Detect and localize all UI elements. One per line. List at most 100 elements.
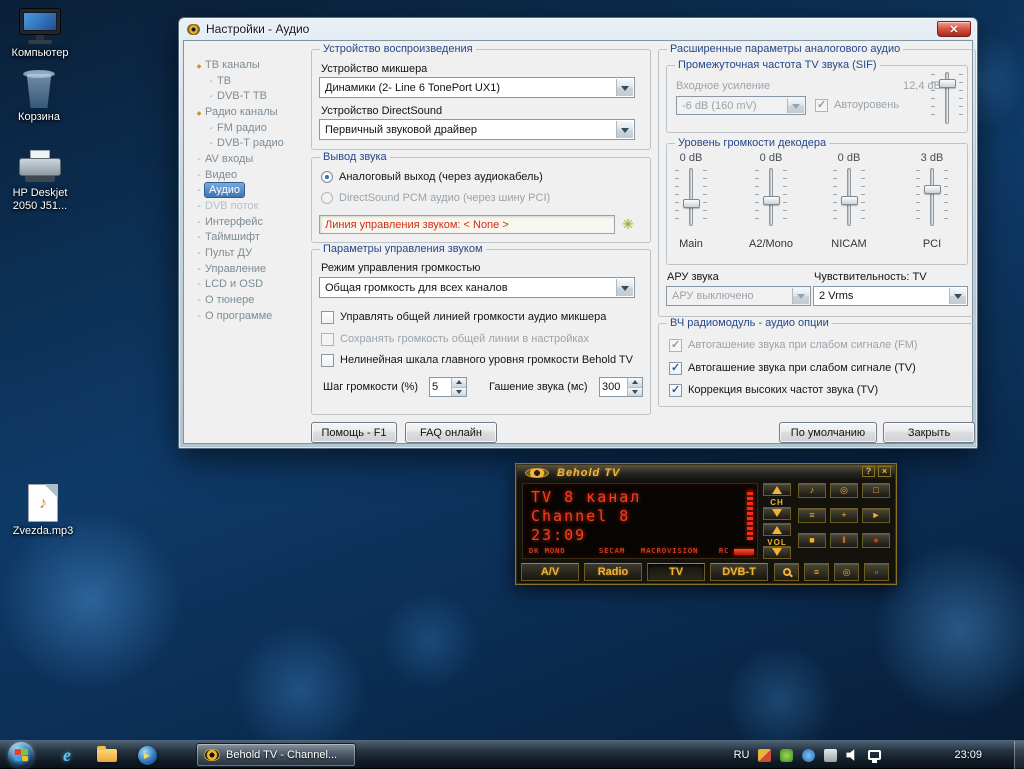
radio-analog-output[interactable]: Аналоговый выход (через аудиокабель) (321, 170, 543, 184)
window-close-button[interactable]: ✕ (937, 21, 971, 37)
taskbar-task-behold-tv[interactable]: Behold TV - Channel... (196, 743, 356, 767)
channel-search-button[interactable] (774, 563, 799, 581)
tuner-button[interactable]: ◎ (834, 563, 859, 581)
checkbox-nonlinear-scale[interactable]: Нелинейная шкала главного уровня громкос… (321, 353, 633, 367)
stop-button[interactable]: ■ (798, 533, 826, 548)
record-button[interactable]: ● (862, 533, 890, 548)
show-desktop-button[interactable] (1014, 741, 1024, 769)
mode-dvbt-button[interactable]: DVB-T (710, 563, 768, 581)
decoder-slider-pci[interactable] (921, 166, 943, 228)
faq-online-button[interactable]: FAQ онлайн (405, 422, 497, 443)
tray-volume-icon[interactable] (846, 749, 859, 762)
slider-thumb[interactable] (763, 196, 780, 205)
tree-item-radio-channels[interactable]: Радио каналы (193, 104, 309, 120)
tray-device-icon[interactable] (824, 749, 837, 762)
osd-menu-button[interactable]: ≡ (798, 508, 826, 523)
tree-item-about-program[interactable]: О программе (193, 308, 309, 324)
agc-select[interactable]: АРУ выключено (666, 286, 811, 306)
checkbox-automute-tv[interactable]: Автогашение звука при слабом сигнале (TV… (669, 361, 916, 375)
internet-explorer-button[interactable] (50, 743, 84, 767)
close-button[interactable]: Закрыть (883, 422, 975, 443)
input-gain-select[interactable]: -6 dB (160 mV) (676, 96, 806, 115)
mode-tv-button[interactable]: TV (647, 563, 705, 581)
tree-item-dvb-stream[interactable]: DVB поток (193, 198, 309, 214)
tree-item-dvbt-radio[interactable]: DVB-T радио (193, 135, 309, 151)
channel-list-button[interactable]: ≡ (804, 563, 829, 581)
tree-item-audio[interactable]: Аудио (193, 183, 309, 199)
slider-thumb[interactable] (939, 79, 956, 88)
mixer-device-select[interactable]: Динамики (2- Line 6 TonePort UX1) (319, 77, 635, 98)
windows-explorer-button[interactable] (90, 743, 124, 767)
player-titlebar[interactable]: Behold TV (517, 465, 895, 480)
agc-label: АРУ звука (667, 271, 719, 283)
spin-up-icon[interactable] (628, 378, 642, 388)
spin-up-icon[interactable] (452, 378, 466, 388)
checkbox-automute-fm[interactable]: Автогашение звука при слабом сигнале (FM… (669, 338, 918, 352)
pause-button[interactable]: ‖ (830, 533, 858, 548)
desktop-icon-recycle-bin[interactable]: Корзина (1, 66, 77, 124)
slider-thumb[interactable] (841, 196, 858, 205)
checkbox-hf-correction[interactable]: Коррекция высоких частот звука (TV) (669, 383, 878, 397)
radio-pcm-output[interactable]: DirectSound PCM аудио (через шину PCI) (321, 191, 550, 205)
checkbox-control-master-line[interactable]: Управлять общей линией громкости аудио м… (321, 310, 606, 324)
checkbox-autolevel[interactable]: Автоуровень (815, 98, 899, 112)
slider-thumb[interactable] (924, 185, 941, 194)
tray-printer-icon[interactable] (758, 749, 771, 762)
open-file-button[interactable]: ► (862, 508, 890, 523)
window-titlebar[interactable]: Настройки - Аудио (179, 18, 977, 40)
tree-item-dvbt-tv[interactable]: DVB-T ТВ (193, 88, 309, 104)
mode-av-button[interactable]: A/V (521, 563, 579, 581)
tray-messenger-icon[interactable] (802, 749, 815, 762)
display-mode-button[interactable]: □ (862, 483, 890, 498)
help-button[interactable]: Помощь - F1 (311, 422, 397, 443)
desktop-icon-zvezda-mp3[interactable]: ♪ Zvezda.mp3 (2, 484, 84, 538)
sif-level-slider[interactable] (936, 70, 958, 126)
decoder-slider-main[interactable] (680, 166, 702, 228)
volume-step-spinner[interactable] (429, 377, 467, 397)
tree-item-tv[interactable]: ТВ (193, 73, 309, 89)
channel-up-button[interactable] (763, 483, 791, 496)
volume-mode-select[interactable]: Общая громкость для всех каналов (319, 277, 635, 298)
channel-down-button[interactable] (763, 507, 791, 520)
mute-time-spinner[interactable] (599, 377, 643, 397)
taskbar-clock[interactable]: 23:09 (954, 749, 982, 761)
tree-item-tv-channels[interactable]: ТВ каналы (193, 57, 309, 73)
volume-down-button[interactable] (763, 546, 791, 559)
slider-thumb[interactable] (683, 199, 700, 208)
tree-item-interface[interactable]: Интерфейс (193, 214, 309, 230)
directsound-device-select[interactable]: Первичный звуковой драйвер (319, 119, 635, 140)
decoder-slider-a2mono[interactable] (760, 166, 782, 228)
language-indicator[interactable]: RU (734, 749, 750, 761)
defaults-button[interactable]: По умолчанию (779, 422, 877, 443)
tree-item-fm-radio[interactable]: FM радио (193, 120, 309, 136)
sensitivity-select[interactable]: 2 Vrms (813, 286, 968, 306)
tree-item-video[interactable]: Видео (193, 167, 309, 183)
tree-item-av-inputs[interactable]: AV входы (193, 151, 309, 167)
volume-up-button[interactable] (763, 523, 791, 536)
tree-item-management[interactable]: Управление (193, 261, 309, 277)
minimode-button[interactable]: ▫ (864, 563, 889, 581)
start-button[interactable] (8, 742, 34, 768)
volume-step-input[interactable] (430, 378, 451, 396)
tree-item-timeshift[interactable]: Таймшифт (193, 230, 309, 246)
mute-button[interactable]: ♪ (798, 483, 826, 498)
spin-down-icon[interactable] (628, 388, 642, 397)
tree-item-about-tuner[interactable]: О тюнере (193, 292, 309, 308)
tray-network-icon[interactable] (868, 750, 881, 760)
tree-item-lcd-osd[interactable]: LCD и OSD (193, 277, 309, 293)
sound-line-picker-icon[interactable]: ✳ (619, 215, 637, 233)
media-player-button[interactable] (130, 743, 164, 767)
checkbox-save-master-volume[interactable]: Сохранять громкость общей линии в настро… (321, 332, 589, 346)
tray-antivirus-icon[interactable] (780, 749, 793, 762)
desktop-icon-computer[interactable]: Компьютер (2, 8, 78, 60)
player-close-button[interactable]: × (878, 466, 891, 477)
mute-time-input[interactable] (600, 378, 627, 396)
snapshot-button[interactable]: ◎ (830, 483, 858, 498)
mode-radio-button[interactable]: Radio (584, 563, 642, 581)
spin-down-icon[interactable] (452, 388, 466, 397)
tree-item-remote-control[interactable]: Пульт ДУ (193, 245, 309, 261)
mixer-button[interactable]: + (830, 508, 858, 523)
decoder-slider-nicam[interactable] (838, 166, 860, 228)
player-help-button[interactable]: ? (862, 466, 875, 477)
desktop-icon-printer[interactable]: HP Deskjet 2050 J51... (0, 150, 80, 213)
